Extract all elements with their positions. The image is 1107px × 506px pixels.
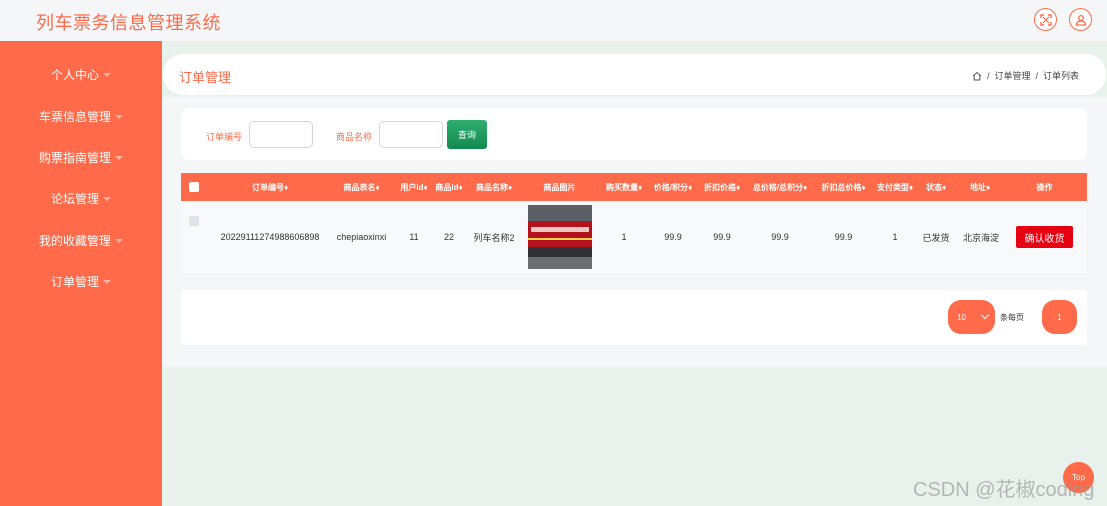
column-header[interactable]: 商品表名 ♦ [334, 173, 389, 201]
sidebar-item-label: 车票信息管理 [38, 109, 111, 124]
sidebar-item-label: 购票指南管理 [38, 150, 111, 165]
top-bar: 列车票务信息管理系统 [0, 0, 1107, 41]
sidebar-item-forum[interactable]: 论坛管理 [0, 183, 162, 213]
breadcrumb: / 订单管理 / 订单列表 [972, 69, 1079, 82]
sidebar-item-personal-center[interactable]: 个人中心 [0, 59, 162, 89]
page-title: 订单管理 [179, 70, 232, 85]
fullscreen-icon[interactable] [1034, 8, 1057, 31]
sidebar-item-purchase-guide[interactable]: 购票指南管理 [0, 142, 162, 172]
product-name-label: 商品名称 [336, 132, 373, 142]
sidebar-item-label: 我的收藏管理 [38, 233, 111, 248]
sidebar-item-label: 个人中心 [50, 67, 99, 82]
column-header[interactable]: 支付类型 ♦ [872, 173, 918, 201]
total-cell: 99.9 [771, 232, 789, 242]
sidebar-item-label: 订单管理 [50, 274, 99, 289]
home-icon[interactable] [972, 71, 982, 81]
search-form: 订单编号 商品名称 查询 [181, 108, 1087, 160]
order-table: 订单编号 ♦ 商品表名 ♦ 用户id ♦ 商品id ♦ 商品名称 ♦ 商品图片 购买数量 ♦… [181, 173, 1087, 273]
column-header[interactable]: 订单编号 ♦ [210, 173, 330, 201]
status-cell: 已发货 [922, 232, 950, 243]
column-header[interactable]: 折扣价格 ♦ [699, 173, 745, 201]
app-title: 列车票务信息管理系统 [36, 13, 221, 33]
column-header: 操作 [1036, 182, 1053, 192]
column-header[interactable]: 价格/积分 ♦ [648, 173, 698, 201]
caret-down-icon [103, 196, 111, 201]
watermark: CSDN @花椒coding [913, 479, 1095, 501]
breadcrumb-item[interactable]: 订单管理 [994, 69, 1030, 82]
sidebar-item-favorites[interactable]: 我的收藏管理 [0, 225, 162, 255]
column-header[interactable]: 总价格/总积分 ♦ [746, 173, 814, 201]
sidebar-item-label: 论坛管理 [50, 191, 99, 206]
query-button[interactable]: 查询 [447, 120, 487, 149]
row-checkbox[interactable] [189, 216, 199, 226]
price-cell: 99.9 [664, 232, 682, 242]
caret-down-icon [103, 72, 111, 77]
action-cell: 确认收货 [1016, 201, 1073, 273]
train-photo[interactable] [527, 205, 592, 269]
column-header[interactable]: 折扣总价格 ♦ [817, 173, 870, 201]
user-id-cell: 11 [409, 232, 419, 242]
caret-down-icon [115, 155, 123, 160]
select-all-checkbox[interactable] [189, 182, 199, 192]
page-size-select[interactable]: 10 [948, 300, 995, 334]
sidebar-item-orders[interactable]: 订单管理 [0, 266, 162, 296]
column-header[interactable]: 用户id ♦ [397, 173, 431, 201]
page-header: 订单管理 / 订单管理 / 订单列表 [163, 54, 1106, 95]
caret-down-icon [115, 238, 123, 243]
breadcrumb-separator: / [1035, 70, 1038, 81]
chevron-down-icon [980, 310, 990, 320]
sidebar: 个人中心 车票信息管理 购票指南管理 论坛管理 我的收藏管理 订单管理 [0, 41, 162, 506]
column-header[interactable]: 状态 ♦ [921, 173, 951, 201]
breadcrumb-item: 订单列表 [1042, 71, 1079, 81]
column-header[interactable]: 商品id ♦ [432, 173, 466, 201]
discount-price-cell: 99.9 [713, 232, 731, 242]
column-header[interactable]: 购买数量 ♦ [601, 173, 647, 201]
table-name-cell: chepiaoxinxi [336, 232, 387, 242]
quantity-cell: 1 [621, 232, 627, 242]
caret-down-icon [103, 279, 111, 284]
pay-type-cell: 1 [892, 232, 898, 242]
page-number-button[interactable]: 1 [1042, 300, 1077, 334]
page-size-value: 10 [957, 312, 966, 322]
order-no-cell: 20229111274988606898 [220, 232, 320, 242]
user-icon[interactable] [1069, 8, 1092, 31]
caret-down-icon [115, 114, 123, 119]
per-page-label: 条每页 [1000, 313, 1024, 322]
address-cell: 北京海淀 [962, 232, 999, 243]
column-header[interactable]: 商品名称 ♦ [470, 173, 518, 201]
product-image-cell [527, 201, 592, 273]
pagination: 10 条每页 1 [181, 290, 1087, 345]
table-row: 20229111274988606898 chepiaoxinxi 11 22 … [181, 201, 1087, 273]
product-name-cell: 列车名称2 [473, 232, 515, 243]
breadcrumb-separator: / [986, 70, 990, 81]
sidebar-item-ticket-info[interactable]: 车票信息管理 [0, 101, 162, 131]
product-name-input[interactable] [379, 121, 443, 148]
confirm-receipt-button[interactable]: 确认收货 [1016, 226, 1073, 248]
column-header[interactable]: 地址 ♦ [961, 173, 999, 201]
column-header: 商品图片 [543, 182, 576, 192]
discount-total-cell: 99.9 [834, 232, 853, 242]
table-header: 订单编号 ♦ 商品表名 ♦ 用户id ♦ 商品id ♦ 商品名称 ♦ 商品图片 购买数量 ♦… [181, 173, 1087, 201]
product-id-cell: 22 [443, 232, 454, 242]
order-no-input[interactable] [249, 121, 313, 148]
order-no-label: 订单编号 [206, 132, 243, 142]
